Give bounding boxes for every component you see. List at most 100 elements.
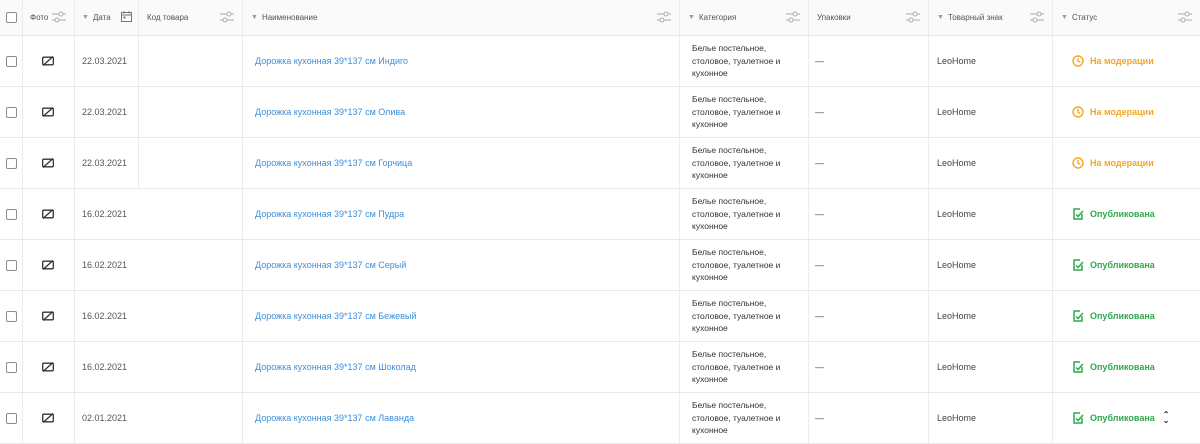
column-status[interactable]: ▼ Статус [1052,0,1200,35]
category-line-2: столовое, туалетное и [692,361,781,372]
table-row[interactable]: 16.02.2021 Дорожка кухонная 39*137 см Пу… [0,189,1200,240]
sort-chevrons-icon[interactable]: ⌃ ⌄ [1163,411,1170,425]
table-row[interactable]: 16.02.2021 Дорожка кухонная 39*137 см Бе… [0,291,1200,342]
row-checkbox[interactable] [0,87,22,137]
brand-cell: LeoHome [928,291,1052,341]
select-all-checkbox[interactable] [0,0,22,35]
category-line-3: кухонное [692,425,728,436]
brand-value: LeoHome [937,56,977,66]
column-photo[interactable]: Фото [22,0,74,35]
product-name-link[interactable]: Дорожка кухонная 39*137 см Горчица [255,158,412,168]
sliders-icon[interactable] [1178,11,1192,23]
category-line-2: столовое, туалетное и [692,412,781,423]
clock-icon [1072,55,1084,67]
photo-cell[interactable] [22,342,74,392]
column-name[interactable]: ▼ Наименование [242,0,679,35]
product-name-link[interactable]: Дорожка кухонная 39*137 см Шоколад [255,362,416,372]
brand-value: LeoHome [937,260,977,270]
row-checkbox[interactable] [0,189,22,239]
clock-icon [1072,106,1084,118]
column-packs[interactable]: Упаковки [808,0,928,35]
name-cell[interactable]: Дорожка кухонная 39*137 см Серый [242,240,679,290]
code-cell [138,393,242,443]
photo-cell[interactable] [22,87,74,137]
packs-value: — [815,56,824,66]
table-row[interactable]: 02.01.2021 Дорожка кухонная 39*137 см Ла… [0,393,1200,444]
brand-value: LeoHome [937,413,977,423]
packs-cell: — [808,291,928,341]
row-checkbox[interactable] [0,291,22,341]
packs-cell: — [808,138,928,188]
name-cell[interactable]: Дорожка кухонная 39*137 см Бежевый [242,291,679,341]
no-photo-icon [42,107,54,117]
table-row[interactable]: 22.03.2021 Дорожка кухонная 39*137 см Ол… [0,87,1200,138]
sort-arrow-icon[interactable]: ▼ [251,14,258,21]
photo-cell[interactable] [22,291,74,341]
status-badge: Опубликована [1072,310,1155,322]
row-date: 22.03.2021 [82,158,128,168]
sliders-icon[interactable] [906,11,920,23]
category-line-3: кухонное [692,170,728,181]
name-cell[interactable]: Дорожка кухонная 39*137 см Пудра [242,189,679,239]
column-code[interactable]: Код товара [138,0,242,35]
product-name-link[interactable]: Дорожка кухонная 39*137 см Лаванда [255,413,414,423]
row-checkbox[interactable] [0,393,22,443]
category-line-1: Белье постельное, [692,145,767,156]
name-cell[interactable]: Дорожка кухонная 39*137 см Олива [242,87,679,137]
no-photo-icon [42,209,54,219]
brand-cell: LeoHome [928,138,1052,188]
brand-value: LeoHome [937,362,977,372]
table-row[interactable]: 22.03.2021 Дорожка кухонная 39*137 см Го… [0,138,1200,189]
product-name-link[interactable]: Дорожка кухонная 39*137 см Олива [255,107,405,117]
column-date[interactable]: ▼ Дата [74,0,138,35]
sliders-icon[interactable] [657,11,671,23]
document-check-icon [1073,310,1084,322]
packs-cell: — [808,189,928,239]
sliders-icon[interactable] [1030,11,1044,23]
row-date: 16.02.2021 [82,209,128,219]
category-cell: Белье постельное, столовое, туалетное и … [679,87,808,137]
name-cell[interactable]: Дорожка кухонная 39*137 см Лаванда [242,393,679,443]
brand-value: LeoHome [937,311,977,321]
sort-arrow-icon[interactable]: ▼ [1061,14,1068,21]
table-row[interactable]: 16.02.2021 Дорожка кухонная 39*137 см Шо… [0,342,1200,393]
calendar-icon[interactable] [121,11,132,22]
packs-cell: — [808,36,928,86]
product-name-link[interactable]: Дорожка кухонная 39*137 см Индиго [255,56,408,66]
brand-cell: LeoHome [928,36,1052,86]
product-name-link[interactable]: Дорожка кухонная 39*137 см Пудра [255,209,404,219]
status-cell: На модерации [1052,138,1200,188]
product-name-link[interactable]: Дорожка кухонная 39*137 см Бежевый [255,311,416,321]
status-cell: Опубликована ⌃ ⌄ [1052,393,1200,443]
column-category[interactable]: ▼ Категория [679,0,808,35]
photo-cell[interactable] [22,189,74,239]
photo-cell[interactable] [22,138,74,188]
photo-cell[interactable] [22,240,74,290]
column-packs-label: Упаковки [817,13,851,22]
photo-cell[interactable] [22,36,74,86]
name-cell[interactable]: Дорожка кухонная 39*137 см Горчица [242,138,679,188]
sliders-icon[interactable] [786,11,800,23]
row-checkbox[interactable] [0,240,22,290]
status-badge: Опубликована ⌃ ⌄ [1072,411,1170,425]
table-row[interactable]: 22.03.2021 Дорожка кухонная 39*137 см Ин… [0,36,1200,87]
photo-cell[interactable] [22,393,74,443]
status-badge: Опубликована [1072,361,1155,373]
name-cell[interactable]: Дорожка кухонная 39*137 см Индиго [242,36,679,86]
sliders-icon[interactable] [220,11,234,23]
product-name-link[interactable]: Дорожка кухонная 39*137 см Серый [255,260,406,270]
sliders-icon[interactable] [52,11,66,23]
sort-arrow-icon[interactable]: ▼ [937,14,944,21]
category-line-1: Белье постельное, [692,349,767,360]
packs-value: — [815,158,824,168]
status-text: Опубликована [1090,311,1155,321]
sort-arrow-icon[interactable]: ▼ [82,14,89,21]
column-brand[interactable]: ▼ Товарный знак [928,0,1052,35]
row-checkbox[interactable] [0,342,22,392]
packs-value: — [815,311,824,321]
table-row[interactable]: 16.02.2021 Дорожка кухонная 39*137 см Се… [0,240,1200,291]
row-checkbox[interactable] [0,36,22,86]
row-checkbox[interactable] [0,138,22,188]
sort-arrow-icon[interactable]: ▼ [688,14,695,21]
name-cell[interactable]: Дорожка кухонная 39*137 см Шоколад [242,342,679,392]
